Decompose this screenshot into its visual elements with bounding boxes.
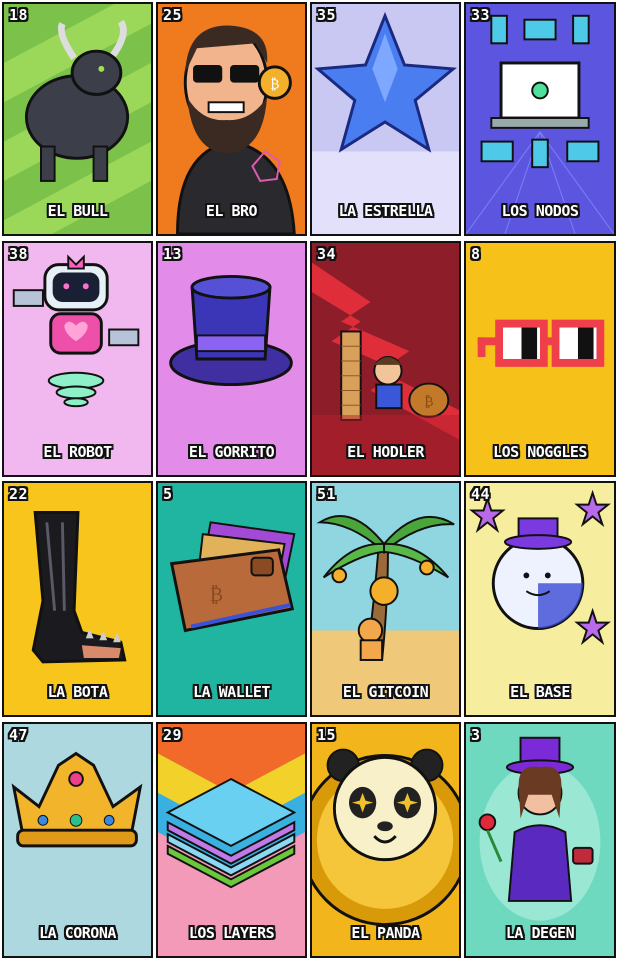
wallet-icon: ₿ [169,521,296,633]
card-la-corona[interactable]: 47 LA CORONA [2,722,153,958]
loteria-board: 18 EL BULL ₿ 25 EL BRO 35 LA ESTRELLA 33… [0,0,618,960]
svg-text:₿: ₿ [270,76,279,92]
svg-text:₿: ₿ [210,583,223,606]
card-number: 38 [9,245,29,263]
card-name: EL BRO [205,202,258,220]
card-el-panda[interactable]: 15 EL PANDA [310,722,461,958]
card-number: 3 [471,726,481,744]
card-el-bro[interactable]: ₿ 25 EL BRO [156,2,307,236]
card-los-nodos[interactable]: 33 LOS NODOS [464,2,616,236]
card-number: 8 [471,245,481,263]
card-name: LA CORONA [39,924,116,942]
card-name: LA WALLET [193,683,270,701]
card-number: 29 [163,726,183,744]
card-name: LOS LAYERS [188,924,275,942]
card-la-wallet[interactable]: ₿ 5 LA WALLET [156,481,307,717]
card-name: EL PANDA [351,924,420,942]
card-name: EL ROBOT [43,443,112,461]
card-number: 5 [163,485,173,503]
base-icon [469,489,611,646]
card-number: 47 [9,726,29,744]
card-la-degen[interactable]: 3 LA DEGEN [464,722,616,958]
card-el-bull[interactable]: 18 EL BULL [2,2,153,236]
card-number: 34 [317,245,337,263]
card-number: 25 [163,6,183,24]
card-la-bota[interactable]: 22 LA BOTA [2,481,153,717]
card-los-layers[interactable]: 29 LOS LAYERS [156,722,307,958]
card-number: 44 [471,485,491,503]
card-el-hodler[interactable]: ₿ 34 EL HODLER [310,241,461,477]
card-number: 22 [9,485,29,503]
card-name: LA DEGEN [505,924,575,942]
card-name: EL BASE [510,683,570,701]
svg-text:₿: ₿ [424,394,433,410]
card-number: 15 [317,726,337,744]
crown-icon [4,724,151,956]
card-el-gorrito[interactable]: 13 EL GORRITO [156,241,307,477]
card-name: EL GITCOIN [342,683,429,701]
gitcoin-icon [312,515,459,715]
card-name: EL HODLER [347,443,424,461]
card-name: LA ESTRELLA [338,202,433,220]
boot-icon [31,511,127,664]
card-los-noggles[interactable]: 8 LOS NOGGLES [464,241,616,477]
hodler-icon: ₿ [312,262,459,475]
robot-icon [12,254,140,408]
card-name: LOS NOGGLES [493,443,587,461]
nodes-icon [466,14,614,234]
card-number: 35 [317,6,337,24]
card-number: 51 [317,485,337,503]
bro-icon: ₿ [176,25,296,234]
card-number: 18 [9,6,29,24]
card-name: LOS NODOS [501,202,579,220]
card-number: 13 [163,245,183,263]
panda-icon [312,748,459,926]
card-number: 33 [471,6,491,24]
card-name: LA BOTA [47,683,108,701]
card-el-robot[interactable]: 38 EL ROBOT [2,241,153,477]
top-hat-icon [169,274,293,387]
card-name: EL BULL [47,202,108,220]
noggles-icon [477,319,605,367]
card-la-estrella[interactable]: 35 LA ESTRELLA [310,2,461,236]
card-name: EL GORRITO [188,443,275,461]
layers-icon [158,724,305,956]
card-el-gitcoin[interactable]: 51 EL GITCOIN [310,481,461,717]
card-el-base[interactable]: 44 EL BASE [464,481,616,717]
degen-icon [478,736,601,921]
bull-icon [4,4,151,234]
star-icon [312,11,459,234]
